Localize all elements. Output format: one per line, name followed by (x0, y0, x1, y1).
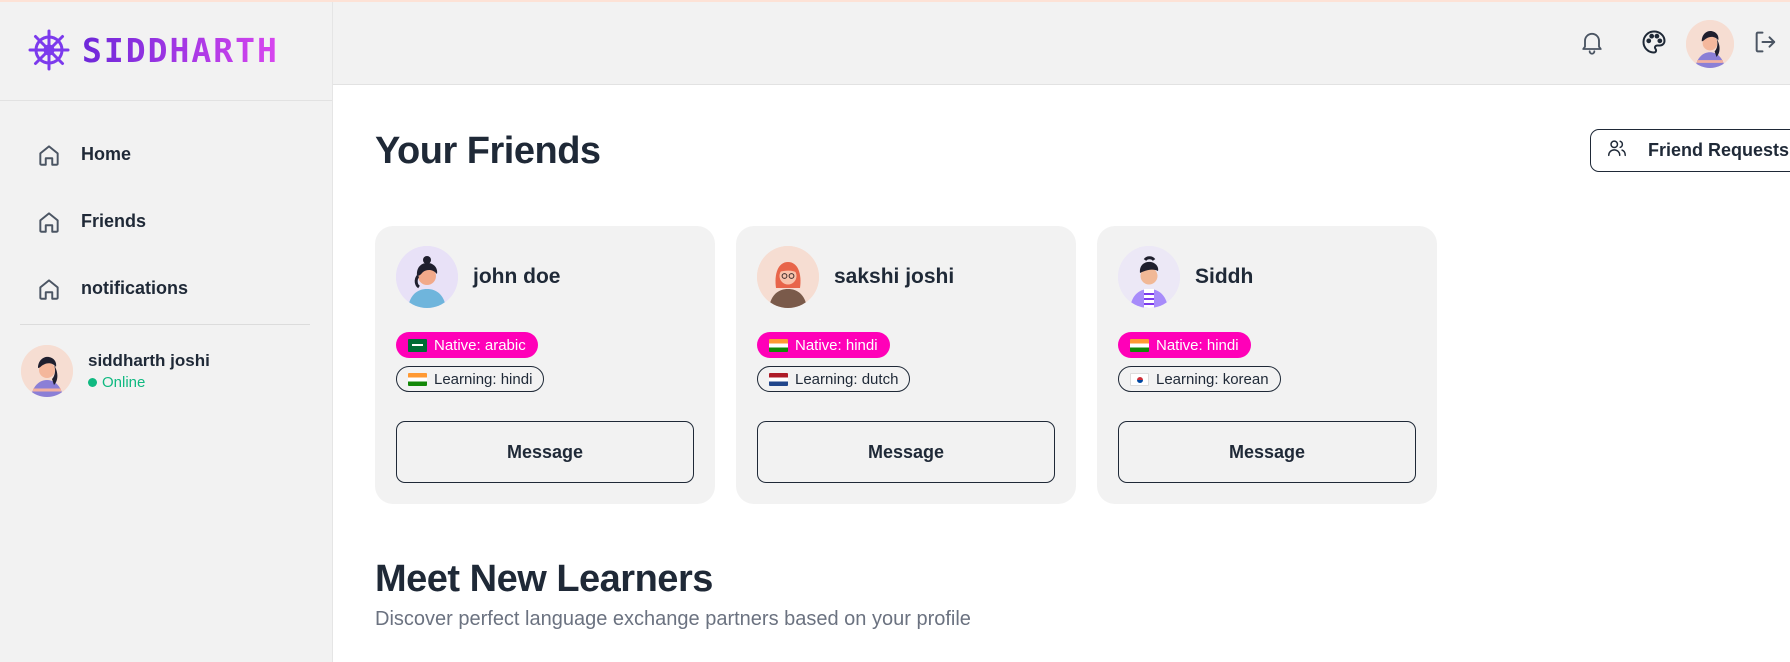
learning-language-badge: Learning: dutch (757, 366, 911, 392)
top-header (333, 0, 1790, 85)
sidebar-item-friends[interactable]: Friends (20, 188, 310, 255)
native-language-badge: Native: hindi (757, 332, 890, 358)
users-icon (1606, 137, 1628, 164)
native-language-badge: Native: arabic (396, 332, 538, 358)
top-accent-line (0, 0, 1790, 2)
sidebar-item-label: Home (81, 144, 132, 164)
palette-icon[interactable] (1632, 20, 1676, 64)
learning-language-badge: Learning: korean (1118, 366, 1281, 392)
brand[interactable]: SIDDHARTH (0, 0, 332, 101)
section-title: Meet New Learners (375, 558, 713, 600)
main-content: Your Friends Friend Requests john doe Na… (333, 86, 1790, 662)
friend-card: sakshi joshi Native: hindi Learning: dut… (736, 226, 1076, 504)
brand-name: SIDDHARTH (82, 30, 279, 70)
friends-grid: john doe Native: arabic Learning: hindi … (375, 226, 1437, 504)
friend-card: john doe Native: arabic Learning: hindi … (375, 226, 715, 504)
flag-in-icon (408, 372, 427, 386)
sidebar: SIDDHARTH Home Friends notifications sid… (0, 0, 333, 662)
sidebar-item-home[interactable]: Home (20, 121, 310, 188)
page-title: Your Friends (375, 130, 601, 172)
sidebar-item-notifications[interactable]: notifications (20, 255, 310, 322)
home-icon (36, 209, 62, 235)
native-language-badge: Native: hindi (1118, 332, 1251, 358)
friend-name: Siddh (1195, 265, 1254, 288)
native-language: Native: arabic (434, 336, 526, 354)
friend-card: Siddh Native: hindi Learning: korean Mes… (1097, 226, 1437, 504)
bell-icon[interactable] (1570, 20, 1614, 64)
friend-requests-label: Friend Requests (1648, 140, 1790, 160)
learning-language: Learning: hindi (434, 370, 533, 388)
section-subtitle: Discover perfect language exchange partn… (375, 608, 971, 630)
avatar (757, 246, 819, 308)
sidebar-nav: Home Friends notifications (0, 101, 332, 325)
user-name: siddharth joshi (88, 351, 210, 370)
native-language: Native: hindi (795, 336, 878, 354)
avatar (1118, 246, 1180, 308)
status-text: Online (102, 374, 146, 391)
status-badge: Online (88, 374, 210, 391)
learning-language-badge: Learning: hindi (396, 366, 545, 392)
native-language: Native: hindi (1156, 336, 1239, 354)
message-button[interactable]: Message (1118, 421, 1416, 483)
flag-in-icon (769, 338, 788, 352)
avatar (21, 345, 73, 397)
learning-language: Learning: dutch (795, 370, 899, 388)
sidebar-item-label: Friends (81, 211, 147, 231)
flag-sa-icon (408, 338, 427, 352)
flag-nl-icon (769, 372, 788, 386)
logout-icon[interactable] (1744, 20, 1788, 64)
sidebar-item-label: notifications (81, 278, 188, 298)
message-button[interactable]: Message (396, 421, 694, 483)
ship-wheel-icon (28, 29, 70, 71)
current-user[interactable]: siddharth joshi Online (0, 325, 332, 397)
flag-in-icon (1130, 338, 1149, 352)
online-dot (88, 378, 97, 387)
home-icon (36, 142, 62, 168)
home-icon (36, 276, 62, 302)
learning-language: Learning: korean (1156, 370, 1269, 388)
message-button[interactable]: Message (757, 421, 1055, 483)
flag-kr-icon (1130, 372, 1149, 386)
avatar (396, 246, 458, 308)
friend-name: john doe (473, 265, 561, 288)
friend-requests-button[interactable]: Friend Requests (1590, 129, 1790, 172)
friend-name: sakshi joshi (834, 265, 955, 288)
avatar[interactable] (1686, 20, 1734, 68)
